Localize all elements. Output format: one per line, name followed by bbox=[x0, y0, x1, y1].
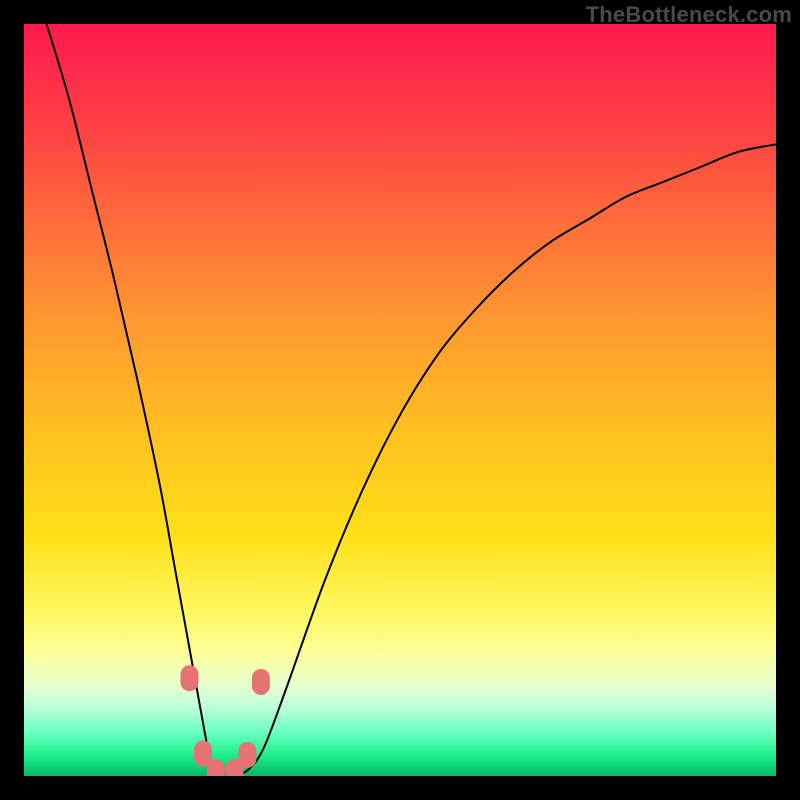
plot-area bbox=[24, 24, 776, 776]
bottleneck-curve bbox=[47, 24, 776, 776]
curve-marker bbox=[238, 742, 256, 768]
curve-marker bbox=[252, 669, 270, 695]
chart-frame: TheBottleneck.com bbox=[0, 0, 800, 800]
curve-marker bbox=[180, 665, 198, 691]
curve-svg bbox=[24, 24, 776, 776]
